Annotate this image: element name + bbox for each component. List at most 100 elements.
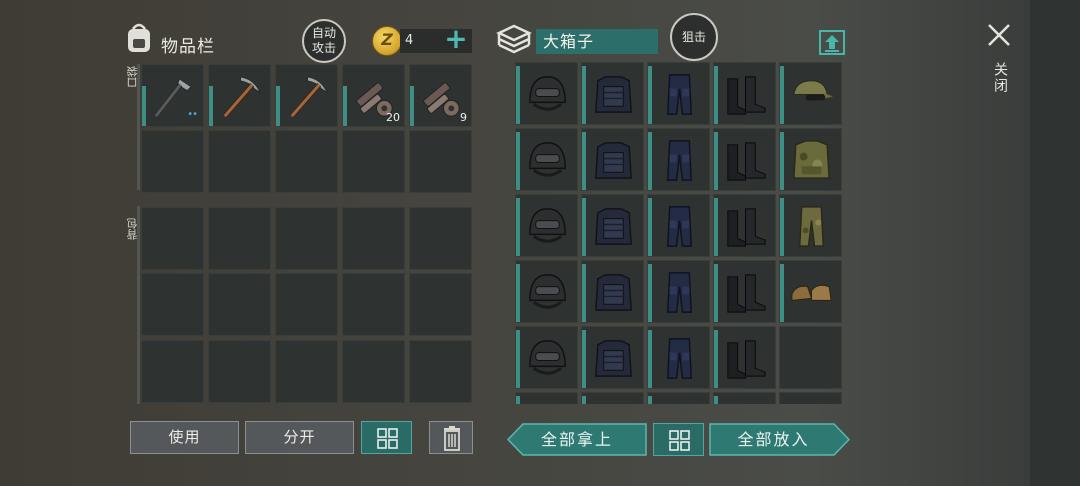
- container-slot[interactable]: [647, 62, 710, 125]
- durability-bar: [516, 330, 520, 388]
- container-slot[interactable]: [581, 260, 644, 323]
- durability-bar: [516, 198, 520, 256]
- pocket-slot-empty[interactable]: [275, 130, 338, 193]
- container-slot[interactable]: [581, 128, 644, 191]
- backpack-slot-empty[interactable]: [275, 273, 338, 336]
- pocket-slot-empty[interactable]: [208, 130, 271, 193]
- container-slot-empty[interactable]: [779, 326, 842, 389]
- camo-cap-icon: [793, 80, 834, 101]
- container-slot-empty[interactable]: [779, 392, 842, 404]
- container-grid: [512, 62, 846, 404]
- upload-icon[interactable]: [818, 28, 846, 56]
- container-slot[interactable]: [515, 128, 578, 191]
- pocket-slot[interactable]: [208, 64, 271, 127]
- durability-bar: [714, 330, 718, 388]
- sort-right-button[interactable]: [653, 423, 704, 456]
- take-all-label: 全部拿上: [540, 430, 613, 449]
- container-slot[interactable]: [515, 260, 578, 323]
- add-coins-button[interactable]: +: [444, 25, 468, 53]
- container-slot[interactable]: [581, 392, 644, 404]
- put-all-button[interactable]: 全部放入: [709, 423, 851, 456]
- pocket-slot-empty[interactable]: [342, 130, 405, 193]
- backpack-slot-empty[interactable]: [275, 340, 338, 403]
- container-slot[interactable]: [515, 392, 578, 404]
- auto-attack-button[interactable]: 自动攻击: [302, 19, 346, 63]
- container-slot[interactable]: [581, 194, 644, 257]
- close-label[interactable]: 关闭: [990, 62, 1010, 94]
- container-slot[interactable]: [647, 194, 710, 257]
- coin-count: 4: [405, 33, 414, 48]
- container-slot[interactable]: [779, 62, 842, 125]
- backpack-slot-empty[interactable]: [141, 340, 204, 403]
- backpack-slot-empty[interactable]: [409, 340, 472, 403]
- pocket-slot[interactable]: [275, 64, 338, 127]
- sort-left-button[interactable]: [361, 421, 412, 454]
- pocket-slot-empty[interactable]: [141, 130, 204, 193]
- split-button[interactable]: 分开: [245, 421, 354, 454]
- camo-vest-icon: [793, 140, 830, 179]
- container-slot[interactable]: [581, 62, 644, 125]
- container-slot[interactable]: [647, 260, 710, 323]
- body-armor-icon: [595, 76, 632, 113]
- pocket-slot[interactable]: 9: [409, 64, 472, 127]
- container-slot[interactable]: [647, 326, 710, 389]
- container-slot[interactable]: [713, 326, 776, 389]
- coin-icon: Z: [372, 26, 402, 56]
- tan-shoes-icon: [791, 284, 832, 301]
- durability-bar: [582, 396, 586, 404]
- container-slot[interactable]: [515, 326, 578, 389]
- backpack-slot-empty[interactable]: [342, 207, 405, 270]
- auto-attack-label: 自动攻击: [311, 26, 336, 55]
- container-slot[interactable]: [581, 326, 644, 389]
- backpack-slot-empty[interactable]: [141, 273, 204, 336]
- durability-bar: [276, 86, 280, 126]
- container-slot[interactable]: [647, 128, 710, 191]
- backpack-slot-empty[interactable]: [409, 273, 472, 336]
- container-slot[interactable]: [713, 62, 776, 125]
- container-slot[interactable]: [779, 194, 842, 257]
- backpack-slot-empty[interactable]: [208, 207, 271, 270]
- durability-bar: [582, 198, 586, 256]
- camo-pants-icon: [798, 206, 825, 247]
- use-button[interactable]: 使用: [130, 421, 239, 454]
- pants-icon: [666, 140, 693, 181]
- backpack-slot-empty[interactable]: [342, 340, 405, 403]
- container-slot[interactable]: [713, 128, 776, 191]
- sniper-label: 狙击: [681, 29, 706, 44]
- backpack-slot-empty[interactable]: [208, 340, 271, 403]
- backpack-slot-empty[interactable]: [208, 273, 271, 336]
- body-armor-icon: [595, 340, 632, 377]
- durability-bar: [516, 66, 520, 124]
- right-edge-panel: [1030, 0, 1080, 486]
- backpack-slot-empty[interactable]: [409, 207, 472, 270]
- container-name-field[interactable]: 大箱子: [536, 29, 658, 54]
- durability-bar: [516, 132, 520, 190]
- container-slot[interactable]: [713, 392, 776, 404]
- container-slot[interactable]: [713, 260, 776, 323]
- container-slot[interactable]: [713, 194, 776, 257]
- pocket-slot[interactable]: ••: [141, 64, 204, 127]
- container-slot[interactable]: [779, 128, 842, 191]
- pickaxe-icon: [222, 76, 262, 118]
- durability-bar: [648, 66, 652, 124]
- backpack-slot-empty[interactable]: [342, 273, 405, 336]
- durability-bar: [714, 66, 718, 124]
- body-armor-icon: [595, 274, 632, 311]
- pocket-slot[interactable]: 20: [342, 64, 405, 127]
- trash-button[interactable]: [429, 421, 473, 454]
- container-slot[interactable]: [779, 260, 842, 323]
- sniper-button[interactable]: 狙击: [670, 13, 718, 61]
- close-icon[interactable]: [984, 20, 1014, 50]
- helmet-icon: [529, 142, 566, 177]
- container-slot[interactable]: [647, 392, 710, 404]
- pants-icon: [666, 272, 693, 313]
- storage-box-icon: [496, 24, 532, 54]
- backpack-slot-empty[interactable]: [275, 207, 338, 270]
- container-slot[interactable]: [515, 62, 578, 125]
- backpack-slot-empty[interactable]: [141, 207, 204, 270]
- take-all-button[interactable]: 全部拿上: [506, 423, 647, 456]
- helmet-icon: [522, 399, 573, 404]
- pocket-slot-empty[interactable]: [409, 130, 472, 193]
- container-slot[interactable]: [515, 194, 578, 257]
- backpack-divider: [137, 206, 140, 404]
